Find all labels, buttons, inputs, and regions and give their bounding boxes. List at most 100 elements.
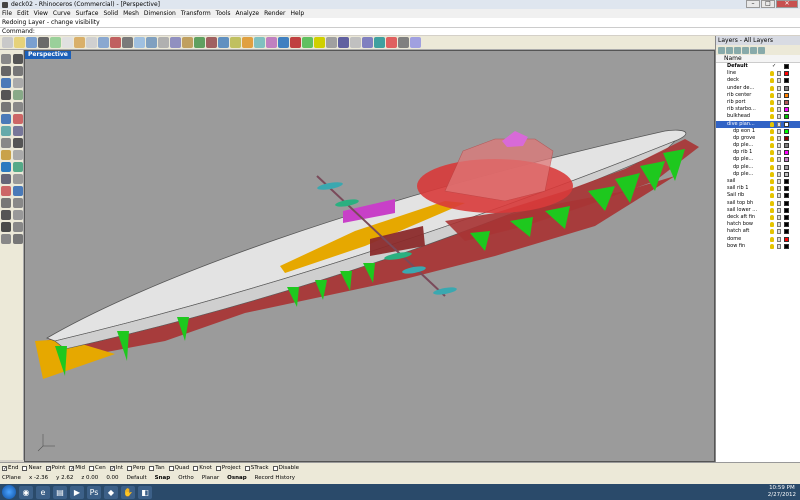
visibility-bulb-icon[interactable] — [770, 78, 774, 84]
osnap-checkbox[interactable] — [149, 465, 155, 471]
toolbar-tool-icon[interactable] — [38, 37, 49, 48]
layer-row[interactable]: Default ✓ — [716, 63, 800, 70]
menu-analyze[interactable]: Analyze — [235, 10, 259, 17]
layer-color-swatch[interactable] — [784, 143, 789, 149]
layer-color-swatch[interactable] — [784, 64, 789, 69]
photoshop-icon[interactable]: Ps — [87, 485, 101, 499]
toolbar-tool-icon[interactable] — [374, 37, 385, 48]
tool-icon[interactable] — [1, 234, 11, 244]
media-icon[interactable]: ▶ — [70, 485, 84, 499]
tool-icon[interactable] — [13, 186, 23, 196]
menu-tools[interactable]: Tools — [216, 10, 231, 17]
tool-icon[interactable] — [13, 138, 23, 148]
lock-icon[interactable] — [777, 107, 781, 113]
layer-row[interactable]: rib starbo... — [716, 106, 800, 113]
layer-color-swatch[interactable] — [784, 121, 789, 127]
toolbar-tool-icon[interactable] — [254, 37, 265, 48]
visibility-bulb-icon[interactable] — [770, 92, 774, 98]
lock-icon[interactable] — [777, 150, 781, 156]
lock-icon[interactable] — [777, 200, 781, 206]
lock-icon[interactable] — [777, 71, 781, 77]
osnap-checkbox[interactable]: ✓ — [2, 465, 7, 471]
toolbar-tool-icon[interactable] — [242, 37, 253, 48]
layer-row[interactable]: rib center — [716, 92, 800, 99]
layer-row[interactable]: deck — [716, 77, 800, 84]
layer-color-swatch[interactable] — [784, 193, 789, 199]
lock-icon[interactable] — [777, 114, 781, 120]
layer-color-swatch[interactable] — [784, 200, 789, 206]
delete-layer-icon[interactable] — [734, 46, 741, 54]
visibility-bulb-icon[interactable] — [770, 121, 774, 127]
toolbar-tool-icon[interactable] — [170, 37, 181, 48]
tool-icon[interactable] — [13, 126, 23, 136]
lock-icon[interactable] — [777, 157, 781, 163]
layer-row[interactable]: dp ple... — [716, 164, 800, 171]
osnap-checkbox[interactable] — [244, 465, 250, 471]
tool-icon[interactable] — [13, 174, 23, 184]
osnap-quad[interactable]: Quad — [168, 465, 189, 471]
tool-icon[interactable] — [13, 162, 23, 172]
layer-row[interactable]: dp ple... — [716, 171, 800, 178]
osnap-checkbox[interactable] — [193, 465, 199, 471]
toolbar-tool-icon[interactable] — [74, 37, 85, 48]
visibility-bulb-icon[interactable] — [770, 143, 774, 149]
layer-row[interactable]: hatch bow — [716, 221, 800, 228]
lock-icon[interactable] — [777, 128, 781, 134]
layer-color-swatch[interactable] — [784, 85, 789, 91]
layer-color-swatch[interactable] — [784, 107, 789, 113]
osnap-checkbox[interactable] — [127, 465, 132, 471]
start-button[interactable] — [2, 485, 16, 499]
toolbar-tool-icon[interactable] — [182, 37, 193, 48]
visibility-bulb-icon[interactable] — [770, 179, 774, 184]
lock-icon[interactable] — [777, 164, 781, 170]
visibility-bulb-icon[interactable] — [770, 128, 774, 134]
visibility-bulb-icon[interactable] — [770, 171, 774, 177]
osnap-checkbox[interactable]: ✓ — [45, 465, 51, 471]
osnap-tan[interactable]: Tan — [149, 465, 165, 471]
layer-row[interactable]: bow fin — [716, 243, 800, 250]
visibility-bulb-icon[interactable] — [770, 114, 774, 120]
tool-icon[interactable] — [1, 186, 11, 196]
menu-edit[interactable]: Edit — [17, 10, 29, 17]
layer-color-swatch[interactable] — [784, 78, 789, 84]
tool-icon[interactable] — [1, 102, 11, 112]
tool-icon[interactable] — [1, 150, 11, 160]
layer-row[interactable]: dp ple... — [716, 142, 800, 149]
explorer-icon[interactable]: ▤ — [53, 485, 67, 499]
tool-icon[interactable] — [1, 138, 11, 148]
osnap-checkbox[interactable]: ✓ — [69, 465, 74, 471]
toolbar-tool-icon[interactable] — [314, 37, 325, 48]
layer-color-swatch[interactable] — [784, 186, 789, 192]
layer-color-swatch[interactable] — [784, 99, 789, 105]
visibility-bulb-icon[interactable] — [770, 85, 774, 91]
visibility-bulb-icon[interactable] — [770, 150, 774, 156]
filter-icon[interactable] — [758, 46, 765, 54]
toolbar-tool-icon[interactable] — [290, 37, 301, 48]
layer-row[interactable]: under de... — [716, 85, 800, 92]
osnap-point[interactable]: ✓ Point — [45, 465, 65, 471]
layer-color-swatch[interactable] — [784, 157, 789, 163]
toolbar-tool-icon[interactable] — [146, 37, 157, 48]
osnap-strack[interactable]: STrack — [244, 465, 269, 471]
app-icon[interactable]: ◧ — [138, 485, 152, 499]
layer-row[interactable]: dome — [716, 236, 800, 243]
osnap-knot[interactable]: Knot — [193, 465, 212, 471]
layer-color-swatch[interactable] — [784, 207, 789, 213]
visibility-bulb-icon[interactable] — [770, 200, 774, 206]
layer-color-swatch[interactable] — [784, 92, 789, 98]
toolbar-tool-icon[interactable] — [302, 37, 313, 48]
visibility-bulb-icon[interactable] — [770, 71, 774, 77]
tool-icon[interactable] — [13, 234, 23, 244]
tool-icon[interactable] — [13, 114, 23, 124]
toolbar-tool-icon[interactable] — [122, 37, 133, 48]
lock-icon[interactable] — [777, 179, 781, 184]
osnap-checkbox[interactable] — [22, 465, 28, 471]
tool-icon[interactable] — [13, 54, 23, 64]
tool-icon[interactable] — [1, 114, 11, 124]
visibility-bulb-icon[interactable] — [770, 186, 774, 192]
layer-row[interactable]: dp rib 1 — [716, 149, 800, 156]
tool-icon[interactable] — [1, 210, 11, 220]
osnap-cen[interactable]: Cen — [89, 465, 106, 471]
tool-icon[interactable] — [1, 174, 11, 184]
toolbar-tool-icon[interactable] — [350, 37, 361, 48]
